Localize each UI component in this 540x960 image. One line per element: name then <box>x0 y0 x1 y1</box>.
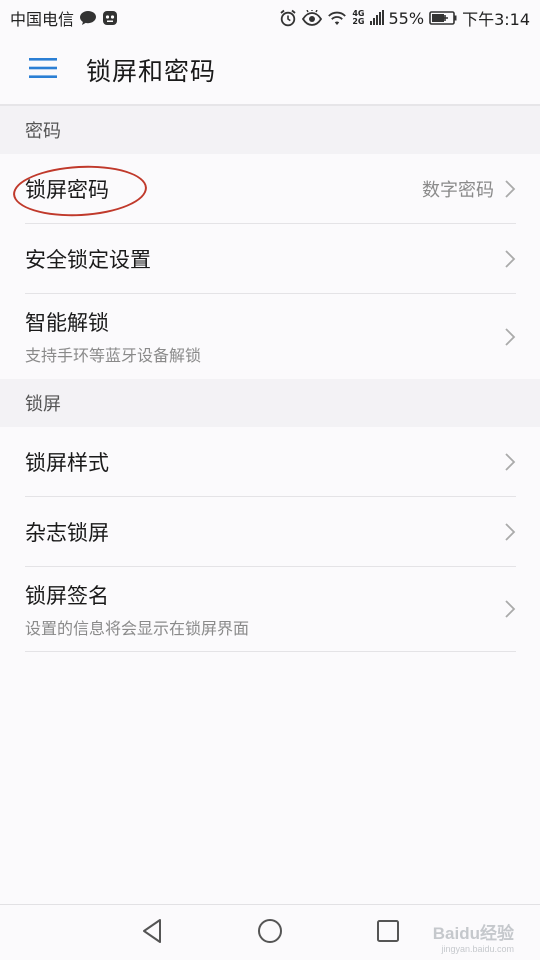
watermark-main: Baidu经验 <box>432 924 514 943</box>
home-icon <box>257 918 283 948</box>
recents-icon <box>376 919 400 947</box>
settings-content: 密码 锁屏密码 数字密码 安全锁定设置 智能解锁 支持手环等蓝牙设备解锁 锁屏 … <box>0 106 540 652</box>
chevron-right-icon <box>504 179 516 199</box>
item-text: 杂志锁屏 <box>25 517 109 547</box>
eye-icon <box>302 10 323 26</box>
item-subtitle: 支持手环等蓝牙设备解锁 <box>25 346 202 365</box>
item-subtitle: 设置的信息将会显示在锁屏界面 <box>25 618 250 638</box>
watermark-sub: jingyan.baidu.com <box>441 944 514 954</box>
carrier-label: 中国电信 <box>10 10 75 29</box>
battery-icon <box>429 11 457 25</box>
section-header-lockscreen: 锁屏 <box>0 379 540 427</box>
robot-icon <box>102 10 118 26</box>
item-text: 锁屏签名 设置的信息将会显示在锁屏界面 <box>25 580 249 639</box>
item-title: 锁屏样式 <box>25 450 109 475</box>
back-button[interactable] <box>137 918 167 948</box>
item-title: 安全锁定设置 <box>25 247 151 272</box>
hamburger-menu-icon <box>29 57 57 83</box>
recents-button[interactable] <box>373 918 403 948</box>
item-right <box>504 522 516 542</box>
item-right: 数字密码 <box>422 176 516 202</box>
chevron-right-icon <box>504 452 516 472</box>
page-title: 锁屏和密码 <box>86 57 217 86</box>
chevron-right-icon <box>504 599 516 619</box>
item-text: 智能解锁 支持手环等蓝牙设备解锁 <box>25 307 201 366</box>
item-title: 锁屏签名 <box>25 583 109 608</box>
item-right <box>504 599 516 619</box>
watermark: Baidu经验 jingyan.baidu.com <box>433 919 514 954</box>
lockscreen-group: 锁屏样式 杂志锁屏 锁屏签名 设置的信息将会显示在锁屏界面 <box>0 427 540 652</box>
network-type: 4G 2G <box>352 10 364 26</box>
lockscreen-signature-item[interactable]: 锁屏签名 设置的信息将会显示在锁屏界面 <box>25 567 516 652</box>
lockscreen-style-item[interactable]: 锁屏样式 <box>25 427 516 497</box>
navigation-bar: Baidu经验 jingyan.baidu.com <box>0 904 540 960</box>
item-title: 杂志锁屏 <box>25 520 109 545</box>
password-group: 锁屏密码 数字密码 安全锁定设置 智能解锁 支持手环等蓝牙设备解锁 <box>0 154 540 379</box>
alarm-icon <box>279 9 297 27</box>
status-bar: 中国电信 4G 2G 55% 下午3:14 <box>0 0 540 36</box>
chevron-right-icon <box>504 327 516 347</box>
item-text: 锁屏密码 <box>25 174 109 204</box>
chevron-right-icon <box>504 249 516 269</box>
item-text: 安全锁定设置 <box>25 244 151 274</box>
item-right <box>504 249 516 269</box>
security-lock-settings-item[interactable]: 安全锁定设置 <box>25 224 516 294</box>
status-right: 4G 2G 55% 下午3:14 <box>279 6 530 30</box>
item-value: 数字密码 <box>422 179 494 201</box>
home-button[interactable] <box>255 918 285 948</box>
smart-unlock-item[interactable]: 智能解锁 支持手环等蓝牙设备解锁 <box>25 294 516 379</box>
chevron-right-icon <box>504 522 516 542</box>
item-text: 锁屏样式 <box>25 447 109 477</box>
back-icon <box>141 918 163 948</box>
chat-bubble-icon <box>79 10 97 26</box>
network-type-bottom: 2G <box>352 17 365 26</box>
clock-time: 下午3:14 <box>462 10 530 29</box>
section-header-password: 密码 <box>0 106 540 154</box>
screen: 中国电信 4G 2G 55% 下午3:14 锁屏和密码 密码 锁屏密码 数字密码… <box>0 0 540 960</box>
battery-percent: 55% <box>388 8 425 28</box>
magazine-lockscreen-item[interactable]: 杂志锁屏 <box>25 497 516 567</box>
status-left: 中国电信 <box>10 6 118 30</box>
wifi-icon <box>327 10 347 26</box>
lockscreen-password-item[interactable]: 锁屏密码 数字密码 <box>11 154 516 224</box>
item-right <box>504 327 516 347</box>
signal-icon <box>369 10 384 26</box>
item-title: 智能解锁 <box>25 311 109 335</box>
item-right <box>504 452 516 472</box>
item-title: 锁屏密码 <box>25 177 109 202</box>
menu-button[interactable] <box>0 35 86 105</box>
app-bar: 锁屏和密码 <box>0 36 540 106</box>
